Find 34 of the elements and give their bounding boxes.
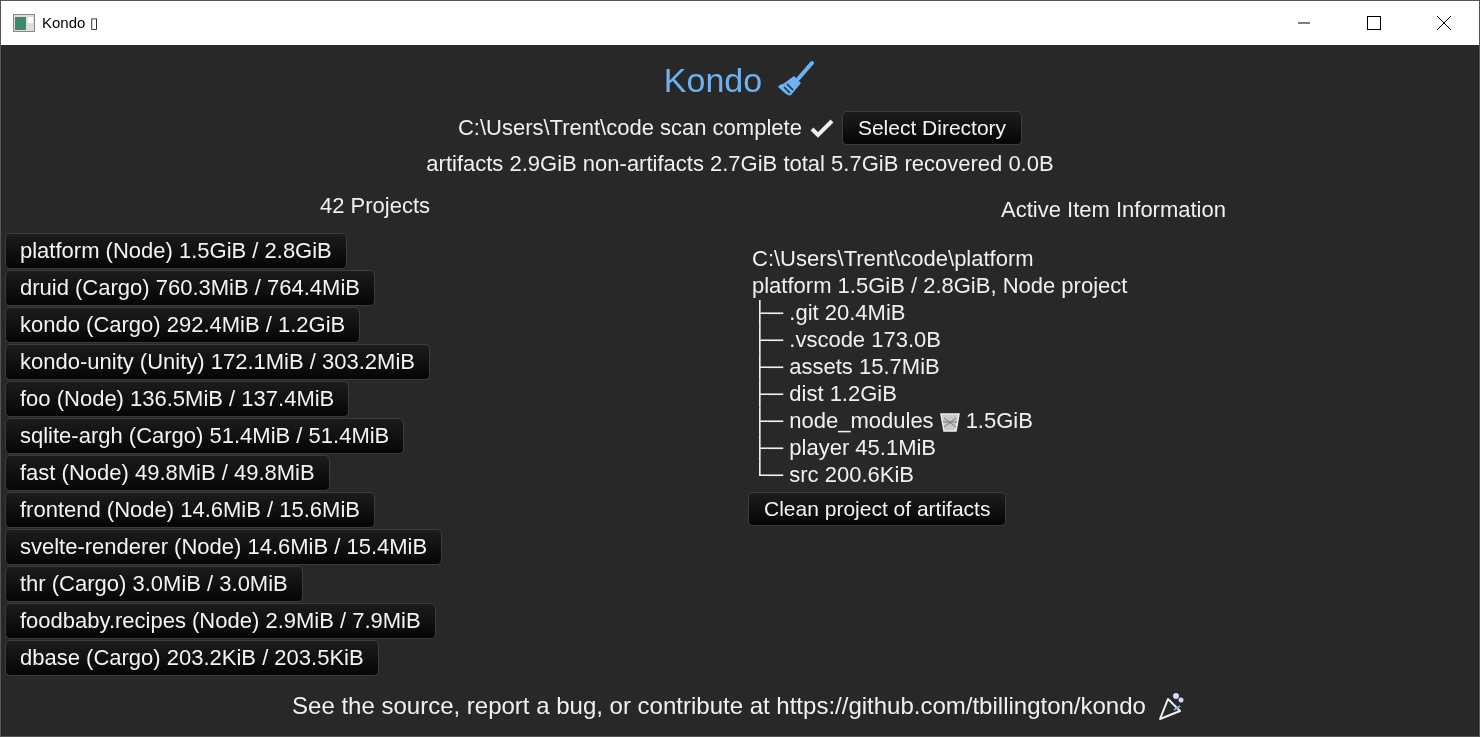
folder-size: 1.5GiB: [965, 407, 1033, 434]
select-directory-button[interactable]: Select Directory: [841, 111, 1023, 145]
project-item[interactable]: frontend (Node) 14.6MiB / 15.6MiB: [5, 492, 375, 528]
projects-heading: 42 Projects: [319, 193, 431, 219]
scan-status: C:\Users\Trent\code scan complete: [457, 115, 802, 141]
project-item[interactable]: thr (Cargo) 3.0MiB / 3.0MiB: [5, 566, 303, 602]
project-item[interactable]: kondo-unity (Unity) 172.1MiB / 303.2MiB: [5, 344, 430, 380]
app-icon: [13, 14, 35, 32]
project-item[interactable]: fast (Node) 49.8MiB / 49.8MiB: [5, 455, 330, 491]
project-item[interactable]: sqlite-argh (Cargo) 51.4MiB / 51.4MiB: [5, 418, 405, 454]
folder-entry: ├─ assets 15.7MiB: [752, 354, 941, 380]
project-item[interactable]: svelte-renderer (Node) 14.6MiB / 15.4MiB: [5, 529, 443, 565]
footer-text: See the source, report a bug, or contribute at https://github.com/tbillington/kondo: [292, 692, 1146, 720]
project-item[interactable]: platform (Node) 1.5GiB / 2.8GiB: [5, 233, 347, 269]
project-summary: platform 1.5GiB / 2.8GiB, Node project: [752, 272, 1128, 299]
app-title: Kondo: [663, 60, 763, 100]
project-item[interactable]: foodbaby.recipes (Node) 2.9MiB / 7.9MiB: [5, 603, 436, 639]
maximize-icon: [1367, 16, 1381, 30]
folder-entry: ├─ player 45.1MiB: [752, 435, 938, 461]
window-title: Kondo ▯: [42, 14, 99, 32]
folder-entry: ├─ dist 1.2GiB: [752, 381, 898, 407]
project-item[interactable]: druid (Cargo) 760.3MiB / 764.4MiB: [5, 270, 375, 306]
active-item-heading: Active Item Information: [1001, 197, 1226, 223]
project-item[interactable]: foo (Node) 136.5MiB / 137.4MiB: [5, 381, 350, 417]
size-summary: artifacts 2.9GiB non-artifacts 2.7GiB total 5.7GiB recovered 0.0B: [426, 151, 1054, 177]
project-item[interactable]: kondo (Cargo) 292.4MiB / 1.2GiB: [5, 307, 361, 343]
folder-entry: ├─ .git 20.4MiB: [752, 299, 907, 326]
folder-entry: ├─ .vscode 173.0B: [752, 327, 942, 353]
folder-entry: ├─ node_modules: [752, 408, 934, 434]
project-item[interactable]: dbase (Cargo) 203.2KiB / 203.5KiB: [5, 640, 379, 676]
folder-entry: └─ src 200.6KiB: [752, 462, 915, 488]
close-icon: [1437, 16, 1451, 30]
clean-project-button[interactable]: Clean project of artifacts: [748, 492, 1007, 526]
project-path: C:\Users\Trent\code\platform: [752, 245, 1035, 272]
